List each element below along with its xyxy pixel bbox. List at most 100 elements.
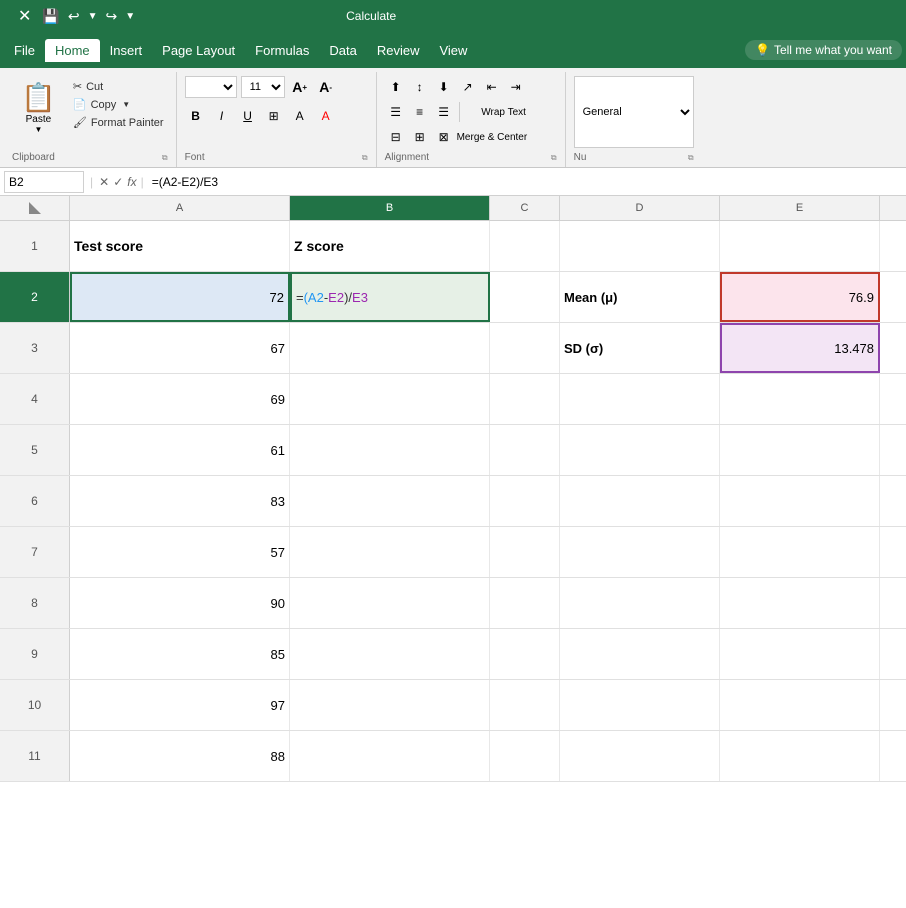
- redo-icon[interactable]: ↪: [102, 6, 120, 27]
- col-header-d[interactable]: D: [560, 196, 720, 220]
- cell-e1[interactable]: [720, 221, 880, 271]
- cell-c5[interactable]: [490, 425, 560, 475]
- cell-d7[interactable]: [560, 527, 720, 577]
- cell-a2[interactable]: 72: [70, 272, 290, 322]
- tell-me-box[interactable]: 💡 Tell me what you want: [745, 40, 902, 60]
- cancel-formula-icon[interactable]: ✕: [99, 175, 109, 189]
- cell-d9[interactable]: [560, 629, 720, 679]
- paste-button[interactable]: 📋 Paste ▼: [12, 76, 65, 139]
- cell-b3[interactable]: [290, 323, 490, 373]
- decrease-font-btn[interactable]: A-: [315, 76, 337, 98]
- cell-d4[interactable]: [560, 374, 720, 424]
- col-header-c[interactable]: C: [490, 196, 560, 220]
- indent-increase-btn[interactable]: ⇥: [505, 76, 527, 98]
- cell-a10[interactable]: 97: [70, 680, 290, 730]
- indent-decrease-btn[interactable]: ⇤: [481, 76, 503, 98]
- cell-e5[interactable]: [720, 425, 880, 475]
- cell-c3[interactable]: [490, 323, 560, 373]
- align-right-btn[interactable]: ☰: [433, 101, 455, 123]
- cell-e4[interactable]: [720, 374, 880, 424]
- cell-e2[interactable]: 76.9: [720, 272, 880, 322]
- align-center-btn[interactable]: ≡: [409, 101, 431, 123]
- cell-b6[interactable]: [290, 476, 490, 526]
- cell-d8[interactable]: [560, 578, 720, 628]
- alignment-dialog-launcher[interactable]: ⧉: [551, 153, 557, 163]
- number-format-select[interactable]: General: [574, 76, 694, 148]
- cell-b4[interactable]: [290, 374, 490, 424]
- copy-dropdown[interactable]: ▼: [122, 100, 130, 109]
- paste-dropdown[interactable]: ▼: [34, 125, 42, 134]
- align-middle-btn[interactable]: ↕: [409, 76, 431, 98]
- merge-btn[interactable]: ⊞: [409, 126, 431, 148]
- font-name-select[interactable]: [185, 76, 237, 98]
- col-header-b[interactable]: B: [290, 196, 490, 220]
- formula-input[interactable]: [148, 175, 902, 189]
- clipboard-dialog-launcher[interactable]: ⧉: [162, 153, 168, 163]
- cell-d5[interactable]: [560, 425, 720, 475]
- cell-a8[interactable]: 90: [70, 578, 290, 628]
- wrap-text-btn[interactable]: Wrap Text: [464, 101, 544, 123]
- cell-d11[interactable]: [560, 731, 720, 781]
- cell-d2[interactable]: Mean (μ): [560, 272, 720, 322]
- cut-button[interactable]: ✂ Cut: [69, 78, 168, 95]
- cell-c6[interactable]: [490, 476, 560, 526]
- cell-e10[interactable]: [720, 680, 880, 730]
- cell-c11[interactable]: [490, 731, 560, 781]
- menu-review[interactable]: Review: [367, 39, 430, 62]
- increase-font-btn[interactable]: A+: [289, 76, 311, 98]
- menu-insert[interactable]: Insert: [100, 39, 153, 62]
- cell-e7[interactable]: [720, 527, 880, 577]
- menu-page-layout[interactable]: Page Layout: [152, 39, 245, 62]
- cell-a4[interactable]: 69: [70, 374, 290, 424]
- confirm-formula-icon[interactable]: ✓: [113, 175, 123, 189]
- format-painter-button[interactable]: 🖌 Format Painter: [69, 114, 168, 131]
- cell-c9[interactable]: [490, 629, 560, 679]
- cell-c8[interactable]: [490, 578, 560, 628]
- copy-button[interactable]: 📄 Copy ▼: [69, 96, 168, 113]
- menu-view[interactable]: View: [429, 39, 477, 62]
- cell-reference-box[interactable]: B2: [4, 171, 84, 193]
- col-header-a[interactable]: A: [70, 196, 290, 220]
- merge-center-btn[interactable]: Merge & Center: [457, 132, 557, 143]
- cell-d6[interactable]: [560, 476, 720, 526]
- cell-c10[interactable]: [490, 680, 560, 730]
- undo-icon[interactable]: ↩: [65, 6, 83, 27]
- cell-b1[interactable]: Z score: [290, 221, 490, 271]
- border-button[interactable]: ⊞: [263, 105, 285, 127]
- cell-a11[interactable]: 88: [70, 731, 290, 781]
- bold-button[interactable]: B: [185, 105, 207, 127]
- cell-b8[interactable]: [290, 578, 490, 628]
- cell-b5[interactable]: [290, 425, 490, 475]
- cell-e6[interactable]: [720, 476, 880, 526]
- save-icon[interactable]: 💾: [39, 6, 62, 27]
- cell-e8[interactable]: [720, 578, 880, 628]
- menu-data[interactable]: Data: [319, 39, 366, 62]
- cell-d10[interactable]: [560, 680, 720, 730]
- cell-b9[interactable]: [290, 629, 490, 679]
- cell-a3[interactable]: 67: [70, 323, 290, 373]
- cell-b2[interactable]: =(A2-E2)/E3: [290, 272, 490, 322]
- align-top-btn[interactable]: ⬆: [385, 76, 407, 98]
- font-dialog-launcher[interactable]: ⧉: [362, 153, 368, 163]
- align-bottom-btn[interactable]: ⬇: [433, 76, 455, 98]
- merge-right-btn[interactable]: ⊠: [433, 126, 455, 148]
- col-header-e[interactable]: E: [720, 196, 880, 220]
- cell-c1[interactable]: [490, 221, 560, 271]
- cell-a9[interactable]: 85: [70, 629, 290, 679]
- cell-e3[interactable]: 13.478: [720, 323, 880, 373]
- cell-c7[interactable]: [490, 527, 560, 577]
- text-direction-btn[interactable]: ↗: [457, 76, 479, 98]
- cell-e11[interactable]: [720, 731, 880, 781]
- cell-a6[interactable]: 83: [70, 476, 290, 526]
- menu-formulas[interactable]: Formulas: [245, 39, 319, 62]
- undo-dropdown-icon[interactable]: ▼: [85, 9, 101, 24]
- cell-d3[interactable]: SD (σ): [560, 323, 720, 373]
- cell-c4[interactable]: [490, 374, 560, 424]
- cell-c2[interactable]: [490, 272, 560, 322]
- cell-b7[interactable]: [290, 527, 490, 577]
- select-all-icon[interactable]: [29, 202, 41, 214]
- cell-d1[interactable]: [560, 221, 720, 271]
- align-left-btn[interactable]: ☰: [385, 101, 407, 123]
- underline-button[interactable]: U: [237, 105, 259, 127]
- customize-qat-icon[interactable]: ▼: [122, 9, 138, 24]
